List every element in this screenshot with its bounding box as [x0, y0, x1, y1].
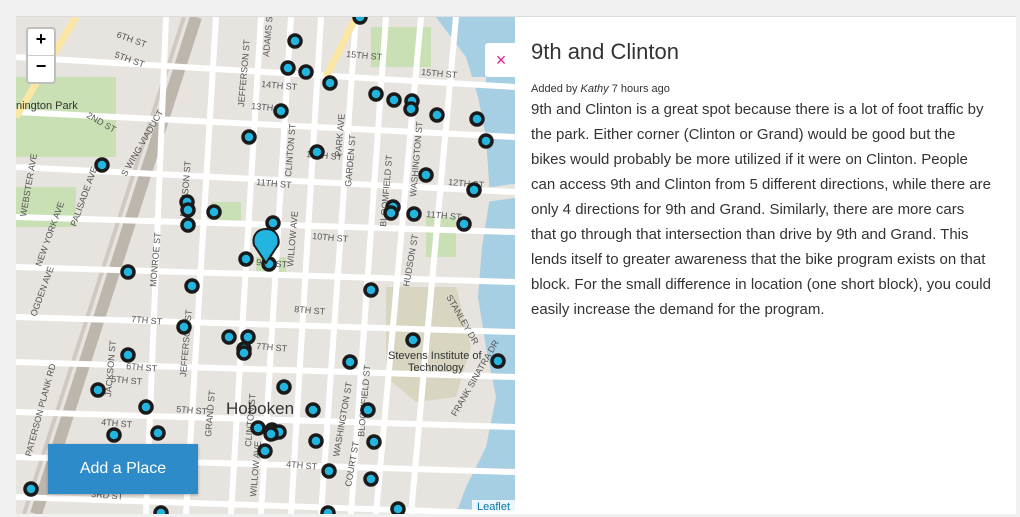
street-label: 6TH ST [126, 361, 158, 374]
place-marker[interactable] [257, 443, 273, 459]
place-marker[interactable] [352, 17, 368, 25]
street-label: 8TH ST [294, 304, 326, 317]
place-marker[interactable] [390, 501, 406, 514]
place-marker[interactable] [280, 60, 296, 76]
zoom-in-button[interactable]: + [28, 29, 54, 55]
place-marker[interactable] [383, 205, 399, 221]
place-marker[interactable] [287, 33, 303, 49]
place-marker[interactable] [138, 399, 154, 415]
place-marker[interactable] [469, 111, 485, 127]
street-label: MONROE ST [148, 232, 163, 288]
place-marker[interactable] [386, 92, 402, 108]
street-label: 15TH ST [421, 67, 458, 80]
place-marker[interactable] [342, 354, 358, 370]
place-marker[interactable] [238, 251, 254, 267]
time-ago: 7 hours ago [611, 83, 670, 95]
place-marker[interactable] [366, 434, 382, 450]
place-marker[interactable] [180, 202, 196, 218]
added-by-prefix: Added by [531, 83, 578, 95]
street-label: 5TH ST [111, 374, 143, 387]
place-label-hoboken: Hoboken [226, 399, 294, 418]
app-frame: 15TH ST 15TH ST 14TH ST 13TH ST 12TH ST … [16, 16, 1016, 514]
place-marker[interactable] [180, 217, 196, 233]
place-marker[interactable] [240, 329, 256, 345]
place-marker[interactable] [406, 206, 422, 222]
place-label-park: nington Park [16, 100, 78, 112]
place-marker[interactable] [363, 471, 379, 487]
place-marker[interactable] [490, 353, 506, 369]
street-label: WILLOW AVE [285, 211, 300, 268]
place-marker[interactable] [321, 463, 337, 479]
street-label: ADAMS ST [261, 17, 275, 57]
place-marker[interactable] [363, 282, 379, 298]
close-icon[interactable]: × [485, 43, 517, 77]
place-marker[interactable] [150, 425, 166, 441]
place-meta: Added by Kathy 7 hours ago [531, 83, 670, 95]
add-place-button[interactable]: Add a Place [48, 444, 198, 494]
place-title: 9th and Clinton [531, 39, 679, 64]
place-marker[interactable] [320, 505, 336, 514]
place-marker[interactable] [241, 129, 257, 145]
place-marker[interactable] [184, 278, 200, 294]
place-marker[interactable] [120, 264, 136, 280]
author-name: Kathy [580, 83, 609, 95]
street-label: 11TH ST [256, 177, 293, 190]
street-label: COURT ST [343, 440, 361, 487]
place-marker[interactable] [273, 103, 289, 119]
place-marker[interactable] [23, 481, 39, 497]
place-marker[interactable] [221, 329, 237, 345]
map-canvas[interactable]: 15TH ST 15TH ST 14TH ST 13TH ST 12TH ST … [16, 17, 515, 514]
street-label: GRAND ST [203, 389, 217, 437]
place-marker[interactable] [368, 86, 384, 102]
place-marker[interactable] [466, 182, 482, 198]
place-marker[interactable] [276, 379, 292, 395]
place-marker[interactable] [90, 382, 106, 398]
place-label-stevens: Technology [408, 362, 464, 374]
place-marker[interactable] [309, 144, 325, 160]
street-label: 4TH ST [101, 417, 133, 430]
place-marker[interactable] [250, 420, 266, 436]
street-label: 10TH ST [312, 231, 349, 244]
place-marker[interactable] [360, 402, 376, 418]
place-marker[interactable] [418, 167, 434, 183]
place-marker[interactable] [94, 157, 110, 173]
map[interactable]: 15TH ST 15TH ST 14TH ST 13TH ST 12TH ST … [16, 17, 515, 514]
place-label-stevens: Stevens Institute of [388, 350, 482, 362]
map-attribution[interactable]: Leaflet [471, 500, 515, 514]
place-marker[interactable] [308, 433, 324, 449]
place-description: 9th and Clinton is a great spot because … [531, 101, 991, 318]
place-marker[interactable] [153, 505, 169, 514]
place-marker[interactable] [236, 345, 252, 361]
place-marker[interactable] [403, 101, 419, 117]
street-label: 6TH ST [115, 29, 148, 49]
place-marker[interactable] [206, 204, 222, 220]
place-marker[interactable] [478, 133, 494, 149]
place-marker[interactable] [176, 319, 192, 335]
place-marker[interactable] [405, 332, 421, 348]
place-marker[interactable] [120, 347, 136, 363]
street-label: OGDEN AVE [28, 265, 55, 318]
zoom-control: + − [26, 27, 56, 84]
place-marker[interactable] [265, 215, 281, 231]
place-marker[interactable] [322, 75, 338, 91]
place-marker[interactable] [263, 426, 279, 442]
street-label: 7TH ST [256, 341, 288, 354]
street-label: 7TH ST [131, 314, 163, 327]
place-marker[interactable] [106, 427, 122, 443]
place-marker[interactable] [305, 402, 321, 418]
street-label: 14TH ST [261, 79, 298, 92]
detail-panel: × 9th and Clinton Added by Kathy 7 hours… [485, 17, 1016, 514]
place-marker[interactable] [298, 64, 314, 80]
zoom-out-button[interactable]: − [28, 55, 54, 82]
place-marker[interactable] [429, 107, 445, 123]
park-area [426, 217, 456, 257]
place-marker[interactable] [456, 216, 472, 232]
